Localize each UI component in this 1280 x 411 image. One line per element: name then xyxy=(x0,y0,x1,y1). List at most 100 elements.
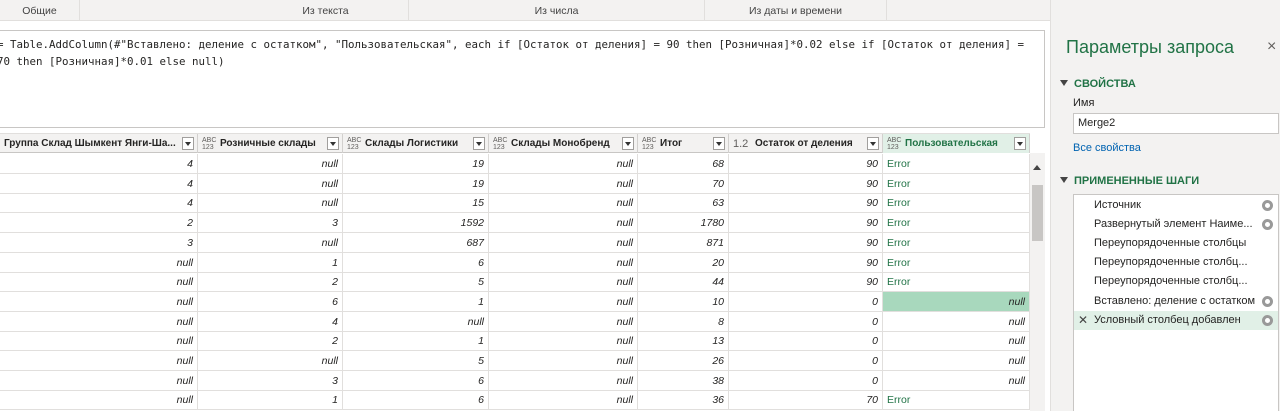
column-header-6[interactable]: 1.2 Остаток от деления xyxy=(729,134,883,153)
table-cell[interactable]: 1592 xyxy=(343,213,489,234)
table-cell[interactable]: Error xyxy=(883,232,1030,253)
table-cell[interactable]: 0 xyxy=(729,311,883,332)
table-cell[interactable]: 44 xyxy=(638,272,729,293)
column-type-icon[interactable]: ABC 123 xyxy=(202,137,218,151)
collapse-triangle-icon[interactable] xyxy=(1060,177,1068,183)
table-cell[interactable]: null xyxy=(489,311,638,332)
table-cell[interactable]: 13 xyxy=(638,331,729,352)
table-cell[interactable]: null xyxy=(489,291,638,312)
table-cell[interactable]: 90 xyxy=(729,232,883,253)
table-cell[interactable]: 4 xyxy=(0,154,198,174)
table-cell[interactable]: 4 xyxy=(0,173,198,194)
table-cell[interactable]: 63 xyxy=(638,193,729,214)
table-cell[interactable]: 2 xyxy=(0,213,198,234)
table-cell[interactable]: 0 xyxy=(729,291,883,312)
filter-dropdown-icon[interactable] xyxy=(327,137,339,150)
table-cell[interactable]: null xyxy=(489,213,638,234)
table-cell[interactable]: null xyxy=(198,173,343,194)
table-cell[interactable]: Error xyxy=(883,173,1030,194)
table-cell[interactable]: 0 xyxy=(729,331,883,352)
column-header-2[interactable]: ABC 123 Розничные склады xyxy=(198,134,343,153)
table-cell[interactable]: null xyxy=(198,154,343,174)
applied-step-item[interactable]: Источник xyxy=(1074,196,1278,215)
table-cell[interactable]: null xyxy=(0,390,198,411)
table-cell[interactable]: 1 xyxy=(343,291,489,312)
table-cell[interactable]: null xyxy=(198,232,343,253)
table-cell[interactable]: null xyxy=(489,390,638,411)
table-cell[interactable]: 10 xyxy=(638,291,729,312)
table-cell[interactable]: null xyxy=(489,351,638,371)
table-cell[interactable]: null xyxy=(489,173,638,194)
table-cell[interactable]: null xyxy=(883,331,1030,352)
column-type-icon[interactable]: ABC 123 xyxy=(887,137,903,151)
table-cell[interactable]: 1 xyxy=(343,331,489,352)
table-cell[interactable]: null xyxy=(0,351,198,371)
column-header-1[interactable]: Группа Склад Шымкент Янги-Ша... xyxy=(0,134,198,153)
filter-dropdown-icon[interactable] xyxy=(1014,137,1026,150)
applied-step-item[interactable]: Переупорядоченные столбцы xyxy=(1074,234,1278,253)
formula-text[interactable]: = Table.AddColumn(#"Вставлено: деление с… xyxy=(0,36,1037,70)
table-cell[interactable]: 2 xyxy=(198,331,343,352)
table-cell[interactable]: 3 xyxy=(198,213,343,234)
column-type-icon[interactable]: ABC 123 xyxy=(493,137,509,151)
table-cell[interactable]: 90 xyxy=(729,154,883,174)
column-type-icon[interactable]: ABC 123 xyxy=(347,137,363,151)
filter-dropdown-icon[interactable] xyxy=(713,137,725,150)
table-cell[interactable]: 19 xyxy=(343,154,489,174)
column-type-icon[interactable]: 1.2 xyxy=(733,138,753,150)
table-cell[interactable]: 70 xyxy=(729,390,883,411)
table-cell[interactable]: null xyxy=(489,331,638,352)
table-cell[interactable]: 68 xyxy=(638,154,729,174)
table-cell[interactable]: 15 xyxy=(343,193,489,214)
applied-step-item[interactable]: Развернутый элемент Наиме... xyxy=(1074,215,1278,234)
table-cell[interactable]: 1780 xyxy=(638,213,729,234)
table-cell[interactable]: null xyxy=(489,370,638,391)
table-cell[interactable]: null xyxy=(0,370,198,391)
table-cell[interactable]: 6 xyxy=(343,370,489,391)
column-header-4[interactable]: ABC 123 Склады Монобренд xyxy=(489,134,638,153)
table-cell[interactable]: Error xyxy=(883,193,1030,214)
table-cell[interactable]: Error xyxy=(883,154,1030,174)
column-header-7[interactable]: ABC 123 Пользовательская xyxy=(883,134,1030,153)
applied-step-item[interactable]: Переупорядоченные столбц... xyxy=(1074,272,1278,291)
applied-steps-section-header[interactable]: ПРИМЕНЕННЫЕ ШАГИ xyxy=(1060,175,1199,187)
gear-icon[interactable] xyxy=(1262,200,1273,211)
table-cell[interactable]: 90 xyxy=(729,252,883,273)
table-cell[interactable]: 6 xyxy=(198,291,343,312)
table-cell[interactable]: null xyxy=(883,291,1030,312)
table-cell[interactable]: null xyxy=(0,252,198,273)
table-cell[interactable]: 20 xyxy=(638,252,729,273)
table-cell[interactable]: 26 xyxy=(638,351,729,371)
all-properties-link[interactable]: Все свойства xyxy=(1073,142,1141,154)
table-cell[interactable]: 687 xyxy=(343,232,489,253)
table-cell[interactable]: null xyxy=(489,154,638,174)
vertical-scrollbar[interactable] xyxy=(1030,153,1045,411)
table-cell[interactable]: null xyxy=(883,351,1030,371)
table-cell[interactable]: Error xyxy=(883,390,1030,411)
table-cell[interactable]: 70 xyxy=(638,173,729,194)
table-cell[interactable]: 19 xyxy=(343,173,489,194)
gear-icon[interactable] xyxy=(1262,219,1273,231)
table-cell[interactable]: 5 xyxy=(343,351,489,371)
applied-step-item[interactable]: ✕ Условный столбец добавлен xyxy=(1074,310,1278,330)
table-cell[interactable]: 90 xyxy=(729,173,883,194)
table-cell[interactable]: 8 xyxy=(638,311,729,332)
table-cell[interactable]: null xyxy=(489,232,638,253)
properties-section-header[interactable]: СВОЙСТВА xyxy=(1060,78,1136,90)
column-header-3[interactable]: ABC 123 Склады Логистики xyxy=(343,134,489,153)
table-cell[interactable]: 5 xyxy=(343,272,489,293)
table-cell[interactable]: 90 xyxy=(729,272,883,293)
delete-step-icon[interactable]: ✕ xyxy=(1078,311,1088,330)
table-cell[interactable]: 2 xyxy=(198,272,343,293)
query-name-input[interactable]: Merge2 xyxy=(1073,113,1279,134)
gear-icon[interactable] xyxy=(1262,295,1273,307)
column-type-icon[interactable]: ABC 123 xyxy=(642,137,658,151)
table-cell[interactable]: null xyxy=(0,311,198,332)
applied-step-item[interactable]: Вставлено: деление с остатком xyxy=(1074,292,1278,311)
table-cell[interactable]: 38 xyxy=(638,370,729,391)
table-cell[interactable]: 0 xyxy=(729,370,883,391)
table-cell[interactable]: 4 xyxy=(198,311,343,332)
table-cell[interactable]: null xyxy=(883,311,1030,332)
collapse-triangle-icon[interactable] xyxy=(1060,80,1068,86)
filter-dropdown-icon[interactable] xyxy=(867,137,879,150)
